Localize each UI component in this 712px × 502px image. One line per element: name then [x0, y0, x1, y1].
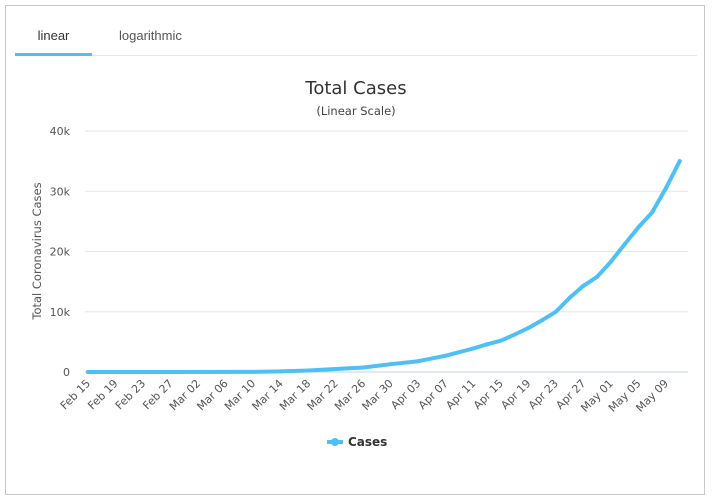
chart-subtitle: (Linear Scale): [316, 104, 395, 118]
data-point[interactable]: [485, 342, 490, 347]
data-point[interactable]: [471, 346, 476, 351]
data-point[interactable]: [333, 366, 338, 371]
line-chart: Total Cases (Linear Scale) Total Coronav…: [30, 78, 688, 449]
data-point[interactable]: [306, 368, 311, 373]
data-point[interactable]: [650, 210, 655, 215]
data-point[interactable]: [443, 353, 448, 358]
y-axis-title: Total Coronavirus Cases: [30, 182, 44, 320]
x-tick-label: Apr 11: [443, 377, 478, 412]
data-point[interactable]: [622, 242, 627, 247]
legend-item-cases[interactable]: Cases: [327, 435, 387, 449]
x-tick-label: Mar 30: [360, 377, 396, 413]
y-tick-label: 30k: [50, 185, 71, 198]
data-point[interactable]: [168, 370, 173, 374]
data-point[interactable]: [457, 350, 462, 355]
series-line-cases: [86, 159, 682, 374]
x-tick-label: Apr 07: [416, 377, 451, 412]
data-point[interactable]: [581, 283, 586, 288]
data-point[interactable]: [498, 338, 503, 343]
data-point[interactable]: [278, 369, 283, 374]
x-tick-label: Apr 15: [471, 377, 506, 412]
y-tick-label: 0: [63, 366, 70, 379]
data-point[interactable]: [677, 159, 682, 164]
data-point[interactable]: [595, 274, 600, 279]
chart-title: Total Cases: [304, 78, 406, 99]
legend-marker-icon: [331, 438, 339, 446]
y-tick-label: 20k: [50, 246, 71, 259]
data-point[interactable]: [86, 370, 90, 374]
data-point[interactable]: [388, 362, 393, 367]
x-tick-label: Apr 03: [388, 377, 423, 412]
data-point[interactable]: [512, 332, 517, 337]
x-tick-label: Apr 19: [498, 377, 533, 412]
data-point[interactable]: [526, 326, 531, 331]
data-point[interactable]: [663, 186, 668, 191]
x-tick-label: Apr 23: [526, 377, 561, 412]
data-point[interactable]: [608, 259, 613, 264]
data-point[interactable]: [553, 309, 558, 314]
y-tick-label: 40k: [50, 125, 71, 138]
y-tick-label: 10k: [50, 306, 71, 319]
data-point[interactable]: [361, 365, 366, 370]
legend-label: Cases: [348, 435, 387, 449]
data-point[interactable]: [416, 359, 421, 364]
data-point[interactable]: [636, 225, 641, 230]
data-point[interactable]: [251, 369, 256, 374]
data-point[interactable]: [567, 295, 572, 300]
data-point[interactable]: [540, 318, 545, 323]
